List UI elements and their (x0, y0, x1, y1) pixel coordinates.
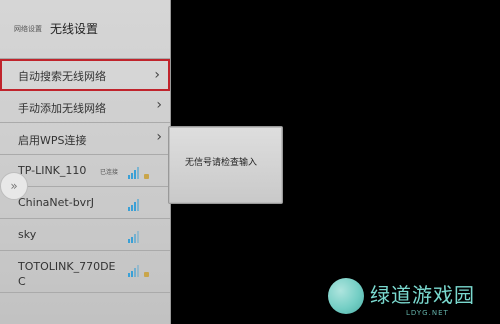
network-ssid: TOTOLINK_770DE (18, 260, 116, 273)
menu-item-label: 自动搜索无线网络 (18, 70, 106, 83)
panel-header: 网络设置 无线设置 (0, 0, 170, 59)
wifi-signal-icon (128, 265, 149, 277)
network-ssid: TP-LINK_110 (18, 164, 87, 177)
wifi-signal-icon (128, 231, 144, 243)
menu-item-manual-add[interactable]: 手动添加无线网络 › (0, 91, 170, 123)
chevron-right-icon: › (156, 129, 162, 145)
no-signal-dialog: 无信号请检查输入 (168, 126, 283, 204)
network-item[interactable]: sky (0, 219, 170, 251)
watermark-subtitle: LDYG.NET (406, 309, 449, 317)
chevron-right-icon: › (154, 67, 160, 83)
watermark-logo-icon (328, 278, 364, 314)
wifi-signal-icon (128, 167, 149, 179)
breadcrumb: 网络设置 (14, 25, 42, 33)
network-item[interactable]: TOTOLINK_770DE C (0, 251, 170, 293)
menu-item-wps[interactable]: 启用WPS连接 › (0, 123, 170, 155)
menu-item-label: 手动添加无线网络 (18, 102, 106, 115)
dialog-message: 无信号请检查输入 (185, 158, 258, 168)
network-ssid: ChinaNet-bvrJ (18, 196, 94, 209)
settings-panel: 网络设置 无线设置 自动搜索无线网络 › 手动添加无线网络 › 启用WPS连接 … (0, 0, 171, 324)
menu-item-label: 启用WPS连接 (18, 134, 87, 147)
chevron-right-icon: › (156, 97, 162, 113)
lock-icon (144, 174, 149, 179)
wifi-signal-icon (128, 199, 144, 211)
lock-icon (144, 272, 149, 277)
double-chevron-right-icon[interactable]: » (0, 172, 28, 200)
menu-item-auto-search[interactable]: 自动搜索无线网络 › (0, 59, 170, 91)
network-ssid-wrap: C (18, 275, 26, 288)
watermark-title: 绿道游戏园 (370, 283, 475, 307)
network-ssid: sky (18, 228, 37, 241)
page-title: 无线设置 (50, 22, 99, 36)
watermark: 绿道游戏园 LDYG.NET (318, 276, 500, 324)
connection-status: 已连接 (100, 169, 119, 176)
